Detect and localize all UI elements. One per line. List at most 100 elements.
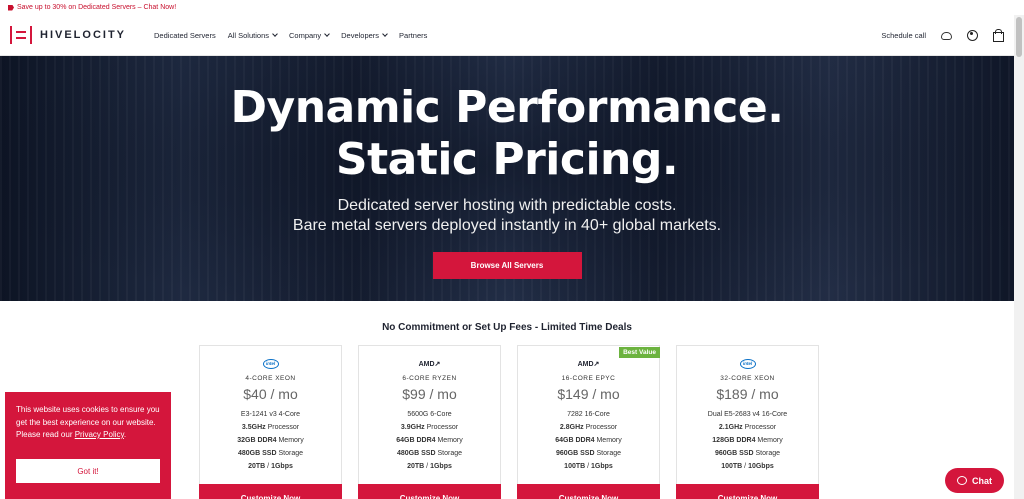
spec-value: 960GB SSD [556, 450, 595, 457]
chat-bubble-icon [957, 476, 967, 485]
spec-cpu: 7282 16-Core [518, 408, 659, 421]
logo[interactable]: HIVELOCITY [10, 24, 126, 46]
spec-storage: 480GB SSD Storage [359, 447, 500, 460]
price: $40 / mo [243, 386, 298, 402]
spec-label: Memory [435, 437, 463, 444]
deal-card: intel 32-CORE XEON $189 / mo Dual E5-268… [676, 345, 819, 499]
hero-subtitle: Dedicated server hosting with predictabl… [293, 196, 721, 236]
hero-title-line: Dynamic Performance. [230, 82, 784, 133]
cart-bag-icon[interactable] [992, 29, 1004, 42]
spec-label: Processor [742, 424, 777, 431]
user-account-icon[interactable] [966, 29, 978, 41]
promo-bar[interactable]: Save up to 30% on Dedicated Servers – Ch… [0, 0, 1024, 15]
nav-dedicated-servers[interactable]: Dedicated Servers [154, 31, 216, 40]
hero-title: Dynamic Performance. Static Pricing. [231, 82, 784, 186]
nav-partners[interactable]: Partners [399, 31, 427, 40]
customize-now-button[interactable]: Customize Now [517, 484, 660, 499]
cpu-name: 16-CORE EPYC [561, 375, 616, 382]
spec-processor: 2.8GHz Processor [518, 421, 659, 434]
spec-processor: 2.1GHz Processor [677, 421, 818, 434]
spec-label: Memory [276, 437, 304, 444]
navbar: HIVELOCITY Dedicated Servers All Solutio… [0, 15, 1014, 56]
spec-value: 480GB SSD [397, 450, 436, 457]
brand-logo: intel [200, 358, 341, 370]
spec-value: 100TB [721, 463, 743, 470]
spec-value: 128GB DDR4 [712, 437, 756, 444]
spec-value: 1Gbps [430, 463, 452, 470]
nav-label: Partners [399, 30, 428, 40]
tag-icon [8, 4, 14, 11]
brand-logo: AMD ↗ [518, 358, 659, 370]
chevron-down-icon [272, 30, 278, 37]
scroll-thumb[interactable] [1016, 17, 1022, 57]
spec-label: Storage [594, 450, 621, 457]
spec-value: 100TB [564, 463, 586, 470]
spec-storage: 960GB SSD Storage [518, 447, 659, 460]
nav-all-solutions[interactable]: All Solutions [228, 30, 278, 40]
spec-value: 2.1GHz [718, 424, 743, 431]
nav-label: Dedicated Servers [154, 30, 216, 40]
spec-storage: 960GB SSD Storage [677, 447, 818, 460]
spec-value: 1Gbps [591, 463, 613, 470]
nav-developers[interactable]: Developers [341, 30, 388, 40]
spec-cpu: E3-1241 v3 4-Core [200, 408, 341, 421]
spec-value: 2.8GHz [559, 424, 584, 431]
intel-logo-icon: intel [262, 359, 279, 369]
cpu-name: 4-CORE XEON [245, 375, 296, 382]
spec-value: 64GB DDR4 [555, 437, 595, 444]
cookie-banner: This website uses cookies to ensure you … [5, 392, 171, 499]
schedule-call-link[interactable]: Schedule call [881, 31, 926, 40]
privacy-policy-link[interactable]: Privacy Policy [75, 430, 124, 439]
spec-value: 7282 16-Core [567, 411, 610, 418]
intel-logo-icon: intel [739, 359, 756, 369]
spec-processor: 3.5GHz Processor [200, 421, 341, 434]
amd-arrow-icon: ↗ [593, 361, 600, 368]
spec-cpu: 5600G 6-Core [359, 408, 500, 421]
spec-value: 64GB DDR4 [396, 437, 436, 444]
nav-label: Company [289, 30, 322, 40]
spec-value: 960GB SSD [715, 450, 754, 457]
nav-company[interactable]: Company [289, 30, 330, 40]
chevron-down-icon [324, 30, 330, 37]
spec-memory: 32GB DDR4 Memory [200, 434, 341, 447]
amd-logo-icon: AMD [577, 360, 594, 368]
customize-now-button[interactable]: Customize Now [199, 484, 342, 499]
hero-sub-line: Dedicated server hosting with predictabl… [337, 197, 677, 214]
spec-value: 3.9GHz [400, 424, 425, 431]
chat-button[interactable]: Chat [945, 468, 1004, 493]
deal-card: Best Value AMD ↗ 16-CORE EPYC $149 / mo 7… [517, 345, 660, 499]
spec-storage: 480GB SSD Storage [200, 447, 341, 460]
deal-card: AMD ↗ 6-CORE RYZEN $99 / mo 5600G 6-Core … [358, 345, 501, 499]
hero-sub-line: Bare metal servers deployed instantly in… [292, 217, 722, 234]
spec-label: Storage [753, 450, 780, 457]
spec-label: Storage [435, 450, 462, 457]
spec-value: 20TB [248, 463, 266, 470]
promo-text[interactable]: Save up to 30% on Dedicated Servers – Ch… [17, 4, 176, 11]
specs: E3-1241 v3 4-Core 3.5GHz Processor 32GB … [200, 408, 341, 473]
hero-title-line: Static Pricing. [335, 134, 679, 185]
deal-card: intel 4-CORE XEON $40 / mo E3-1241 v3 4-… [199, 345, 342, 499]
deal-cards: intel 4-CORE XEON $40 / mo E3-1241 v3 4-… [199, 345, 819, 499]
cookie-text-end: . [123, 430, 127, 439]
brand-logo: AMD ↗ [359, 358, 500, 370]
price: $99 / mo [402, 386, 457, 402]
page-scrollbar[interactable] [1014, 15, 1024, 499]
spec-value: 5600G 6-Core [407, 411, 452, 418]
nav-label: Developers [341, 30, 380, 40]
spec-memory: 64GB DDR4 Memory [518, 434, 659, 447]
cookie-accept-button[interactable]: Got it! [16, 459, 160, 483]
customize-now-button[interactable]: Customize Now [358, 484, 501, 499]
deals-title: No Commitment or Set Up Fees - Limited T… [382, 322, 632, 333]
browse-all-servers-button[interactable]: Browse All Servers [432, 252, 582, 279]
spec-label: Processor [583, 424, 618, 431]
spec-value: 480GB SSD [238, 450, 277, 457]
spec-value: 1Gbps [271, 463, 293, 470]
spec-processor: 3.9GHz Processor [359, 421, 500, 434]
best-value-badge: Best Value [619, 347, 660, 358]
cloud-login-icon[interactable] [940, 29, 952, 41]
customize-now-button[interactable]: Customize Now [676, 484, 819, 499]
brand-logo: intel [677, 358, 818, 370]
hero-banner: Dynamic Performance. Static Pricing. Ded… [0, 56, 1014, 301]
spec-bandwidth: 20TB / 1Gbps [359, 460, 500, 473]
spec-value: 20TB [407, 463, 425, 470]
